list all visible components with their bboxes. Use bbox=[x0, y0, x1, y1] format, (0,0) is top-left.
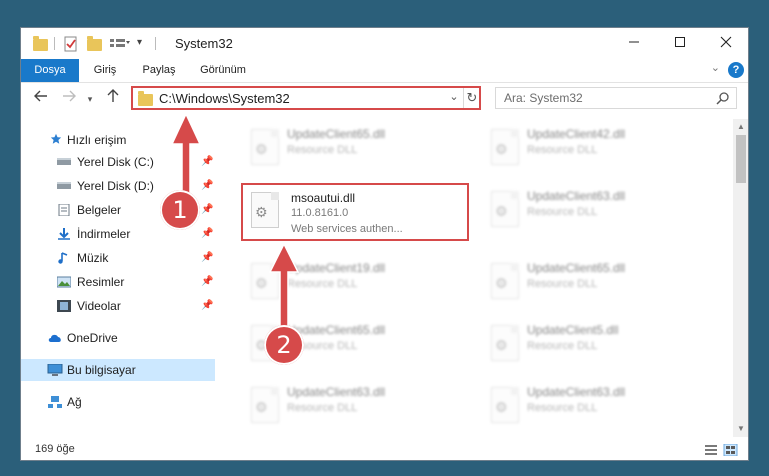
pin-icon[interactable]: 📌 bbox=[201, 271, 213, 293]
minimize-button[interactable] bbox=[611, 28, 657, 59]
chevron-down-icon: ▾ bbox=[87, 94, 93, 104]
documents-icon bbox=[58, 204, 70, 216]
sidebar-item-this-pc[interactable]: Bu bilgisayar bbox=[21, 359, 215, 381]
sidebar-item-pictures[interactable]: Resimler 📌 bbox=[21, 271, 215, 293]
step-badge-2: 2 bbox=[264, 325, 304, 365]
sidebar-item-onedrive[interactable]: OneDrive bbox=[21, 327, 215, 349]
file-list: ⚙ UpdateClient65.dll Resource DLL ⚙ msoa… bbox=[221, 119, 731, 439]
scroll-down-icon[interactable]: ▼ bbox=[733, 421, 748, 437]
customize-toolbar-icon[interactable] bbox=[109, 36, 131, 52]
refresh-icon: ↻ bbox=[466, 90, 478, 105]
title-bar: ▾ System32 bbox=[21, 28, 748, 59]
properties-icon[interactable] bbox=[64, 36, 78, 52]
up-button[interactable] bbox=[103, 89, 123, 109]
arrow-right-icon bbox=[63, 90, 76, 102]
status-bar: 169 öğe bbox=[21, 439, 748, 460]
tab-share[interactable]: Paylaş bbox=[133, 59, 185, 82]
address-path[interactable]: C:\Windows\System32 bbox=[159, 91, 290, 106]
back-button[interactable] bbox=[31, 89, 51, 109]
pin-icon[interactable]: 📌 bbox=[201, 223, 213, 245]
sidebar-item-quick-access[interactable]: Hızlı erişim bbox=[21, 129, 215, 151]
forward-button[interactable] bbox=[59, 89, 79, 109]
chevron-down-icon[interactable]: ⌄ bbox=[711, 61, 720, 74]
star-icon bbox=[50, 133, 62, 144]
ribbon-tabs: Dosya Giriş Paylaş Görünüm ⌄ ? bbox=[21, 59, 748, 83]
gear-icon: ⚙ bbox=[255, 141, 268, 157]
tab-view[interactable]: Görünüm bbox=[193, 59, 253, 82]
file-item[interactable]: ⚙ UpdateClient63.dll Resource DLL bbox=[477, 185, 709, 237]
pin-icon[interactable]: 📌 bbox=[201, 151, 213, 173]
close-button[interactable] bbox=[703, 28, 748, 59]
navigation-pane: Hızlı erişim Yerel Disk (C:) 📌 Yerel Dis… bbox=[21, 119, 215, 437]
sidebar-item-music[interactable]: Müzik 📌 bbox=[21, 247, 215, 269]
download-icon bbox=[58, 228, 70, 240]
pin-icon[interactable]: 📌 bbox=[201, 295, 213, 317]
search-box[interactable]: Ara: System32 bbox=[495, 87, 737, 109]
maximize-button[interactable] bbox=[657, 28, 703, 59]
minimize-icon bbox=[629, 41, 639, 43]
view-toggle-icons[interactable] bbox=[704, 444, 738, 456]
tab-file[interactable]: Dosya bbox=[21, 59, 79, 82]
chevron-down-icon[interactable]: ▾ bbox=[137, 37, 142, 53]
videos-icon bbox=[57, 300, 71, 312]
vertical-scrollbar[interactable]: ▲ ▼ bbox=[733, 119, 748, 437]
maximize-icon bbox=[675, 37, 685, 47]
separator bbox=[54, 37, 55, 50]
step-badge-1: 1 bbox=[160, 190, 200, 230]
gear-icon: ⚙ bbox=[495, 275, 508, 291]
gear-icon: ⚙ bbox=[495, 399, 508, 415]
recent-locations-button[interactable]: ▾ bbox=[83, 89, 97, 109]
pin-icon[interactable]: 📌 bbox=[201, 175, 213, 197]
file-item[interactable]: ⚙ UpdateClient63.dll Resource DLL bbox=[477, 381, 709, 433]
gear-icon: ⚙ bbox=[255, 204, 268, 220]
pictures-icon bbox=[57, 276, 71, 288]
address-bar[interactable]: C:\Windows\System32 ⌄ ↻ bbox=[131, 86, 481, 110]
help-icon[interactable]: ? bbox=[728, 62, 744, 78]
file-item[interactable]: ⚙ UpdateClient65.dll Resource DLL bbox=[237, 123, 469, 175]
explorer-window: ▾ System32 Dosya Giriş Paylaş Görünüm ⌄ … bbox=[20, 27, 749, 461]
pin-icon[interactable]: 📌 bbox=[201, 247, 213, 269]
file-item-msoautui[interactable]: ⚙ msoautui.dll 11.0.8161.0 Web services … bbox=[241, 183, 469, 241]
arrow-left-icon bbox=[34, 90, 47, 102]
chevron-down-icon[interactable]: ⌄ bbox=[447, 90, 461, 103]
search-icon[interactable] bbox=[716, 91, 730, 105]
network-icon bbox=[48, 396, 62, 408]
close-icon bbox=[720, 36, 732, 48]
sidebar-item-local-disk-c[interactable]: Yerel Disk (C:) 📌 bbox=[21, 151, 215, 173]
gear-icon: ⚙ bbox=[255, 275, 268, 291]
drive-icon bbox=[57, 182, 71, 189]
sidebar-item-videos[interactable]: Videolar 📌 bbox=[21, 295, 215, 317]
drive-icon bbox=[57, 158, 71, 165]
gear-icon: ⚙ bbox=[495, 203, 508, 219]
gear-icon: ⚙ bbox=[255, 399, 268, 415]
scroll-up-icon[interactable]: ▲ bbox=[733, 119, 748, 135]
pin-icon[interactable]: 📌 bbox=[201, 199, 213, 221]
file-item[interactable]: ⚙ UpdateClient19.dll Resource DLL bbox=[237, 257, 469, 309]
folder-icon bbox=[138, 91, 153, 106]
gear-icon: ⚙ bbox=[495, 141, 508, 157]
gear-icon: ⚙ bbox=[495, 337, 508, 353]
search-input[interactable]: Ara: System32 bbox=[504, 91, 583, 105]
computer-icon bbox=[47, 364, 63, 376]
file-item[interactable]: ⚙ UpdateClient63.dll Resource DLL bbox=[237, 381, 469, 433]
scroll-thumb[interactable] bbox=[736, 135, 746, 183]
cloud-icon bbox=[48, 334, 61, 342]
tab-home[interactable]: Giriş bbox=[83, 59, 127, 82]
refresh-button[interactable]: ↻ bbox=[463, 88, 480, 108]
item-count: 169 öğe bbox=[35, 443, 75, 455]
music-icon bbox=[58, 252, 68, 264]
file-item[interactable]: ⚙ UpdateClient65.dll Resource DLL bbox=[477, 257, 709, 309]
file-item[interactable]: ⚙ UpdateClient42.dll Resource DLL bbox=[477, 123, 709, 175]
window-title: System32 bbox=[175, 36, 233, 51]
separator bbox=[155, 37, 156, 50]
sidebar-item-network[interactable]: Ağ bbox=[21, 391, 215, 413]
file-item[interactable]: ⚙ UpdateClient5.dll Resource DLL bbox=[477, 319, 709, 371]
arrow-up-icon bbox=[107, 89, 119, 102]
navigation-bar: ▾ C:\Windows\System32 ⌄ ↻ Ara: System32 bbox=[21, 83, 748, 115]
